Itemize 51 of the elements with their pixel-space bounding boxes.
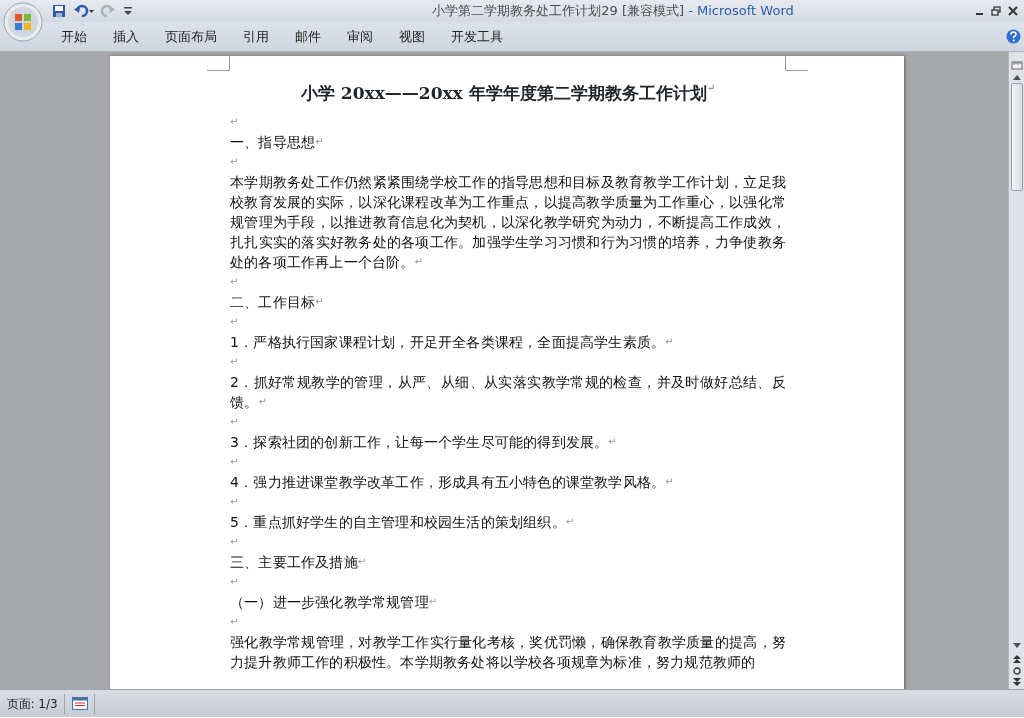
help-icon[interactable] <box>1005 29 1021 44</box>
restore-icon[interactable] <box>991 6 1001 16</box>
ribbon-tab[interactable]: 页面布局 <box>152 26 230 47</box>
paragraph-mark: ↵ <box>230 497 239 507</box>
previous-page-icon[interactable] <box>1012 655 1021 664</box>
undo-icon[interactable] <box>72 4 95 18</box>
app-name: - Microsoft Word <box>688 3 794 19</box>
crop-mark <box>785 56 808 71</box>
ribbon-tab[interactable]: 审阅 <box>334 26 386 47</box>
ribbon-tab[interactable]: 视图 <box>386 26 438 47</box>
ribbon-tab[interactable]: 引用 <box>230 26 282 47</box>
close-icon[interactable] <box>1007 6 1018 16</box>
ribbon-tab[interactable]: 开发工具 <box>438 26 516 47</box>
paragraph-mark: ↵ <box>230 117 239 127</box>
ribbon-tab[interactable]: 邮件 <box>282 26 334 47</box>
paragraph-text: （一）进一步强化教学常规管理↵ <box>230 593 439 612</box>
paragraph-text: 1．严格执行国家课程计划，开足开全各类课程，全面提高学生素质。↵ <box>230 333 675 352</box>
customize-toolbar-icon[interactable] <box>123 7 132 15</box>
scroll-thumb[interactable] <box>1010 83 1023 191</box>
paragraph-text: 2．抓好常规教学的管理，从严、从细、从实落实教学常规的检查，并及时做好总结、反馈。↵ <box>230 373 786 412</box>
next-page-icon[interactable] <box>1012 677 1021 686</box>
paragraph-text: 三、主要工作及措施↵ <box>230 553 368 572</box>
paragraph-mark: ↵ <box>230 617 239 627</box>
paragraph-mark: ↵ <box>230 317 239 327</box>
paragraph-mark: ↵ <box>230 357 239 367</box>
paragraph-mark: ↵ <box>230 277 239 287</box>
paragraph-text: 4．强力推进课堂教学改革工作，形成具有五小特色的课堂教学风格。↵ <box>230 473 675 492</box>
ribbon-tab[interactable]: 插入 <box>100 26 152 47</box>
document-title: 小学 20xx——20xx 年学年度第二学期教务工作计划 <box>300 83 707 103</box>
paragraph-mark: ↵ <box>230 157 239 167</box>
page-counter[interactable]: 页面: 1/3 <box>0 694 65 713</box>
paragraph-text: 5．重点抓好学生的自主管理和校园生活的策划组织。↵ <box>230 513 576 532</box>
paragraph-text: 二、工作目标↵ <box>230 293 325 312</box>
paragraph-text: 强化教学常规管理，对教学工作实行量化考核，奖优罚懒，确保教育教学质量的提高，努力提升教师工作的积极性。本学期教务处将以学校各项规章为标准，努力规范教师的 <box>230 633 786 672</box>
ribbon-tab[interactable]: 开始 <box>48 26 100 47</box>
paragraph-mark: ↵ <box>230 417 239 427</box>
paragraph-mark: ↵ <box>230 457 239 467</box>
scroll-down-icon[interactable] <box>1012 642 1021 649</box>
paragraph-mark: ↵ <box>230 577 239 587</box>
paragraph-text: 一、指导思想↵ <box>230 133 325 152</box>
scroll-up-icon[interactable] <box>1012 73 1021 80</box>
save-icon[interactable] <box>52 4 66 18</box>
browse-object-icon[interactable] <box>1012 666 1021 675</box>
paragraph-mark: ↵ <box>230 537 239 547</box>
crop-mark <box>207 56 230 71</box>
document-status-icon[interactable] <box>71 697 88 710</box>
paragraph-text: 3．探索社团的创新工作，让每一个学生尽可能的得到发展。↵ <box>230 433 618 452</box>
window-title: 小学第二学期教务处工作计划29 [兼容模式] <box>432 3 685 19</box>
paragraph-mark: ↵ <box>706 83 716 93</box>
paragraph-text: 本学期教务处工作仍然紧紧围绕学校工作的指导思想和目标及教育教学工作计划，立足我校教育发展的实际，以深化课程改革为工作重点，以提高教学质量为工作重心，以强化常规管理为手段，以推进教育信息化为契机，以深化教学研究为动力，不断提高工作成效，扎扎实实的落实好教务处的各项工作。加强学生学习习惯和行为习惯的培养，力争使教务处的各项工作再上一个台阶。↵ <box>230 173 786 272</box>
ruler-icon[interactable] <box>1010 58 1023 71</box>
